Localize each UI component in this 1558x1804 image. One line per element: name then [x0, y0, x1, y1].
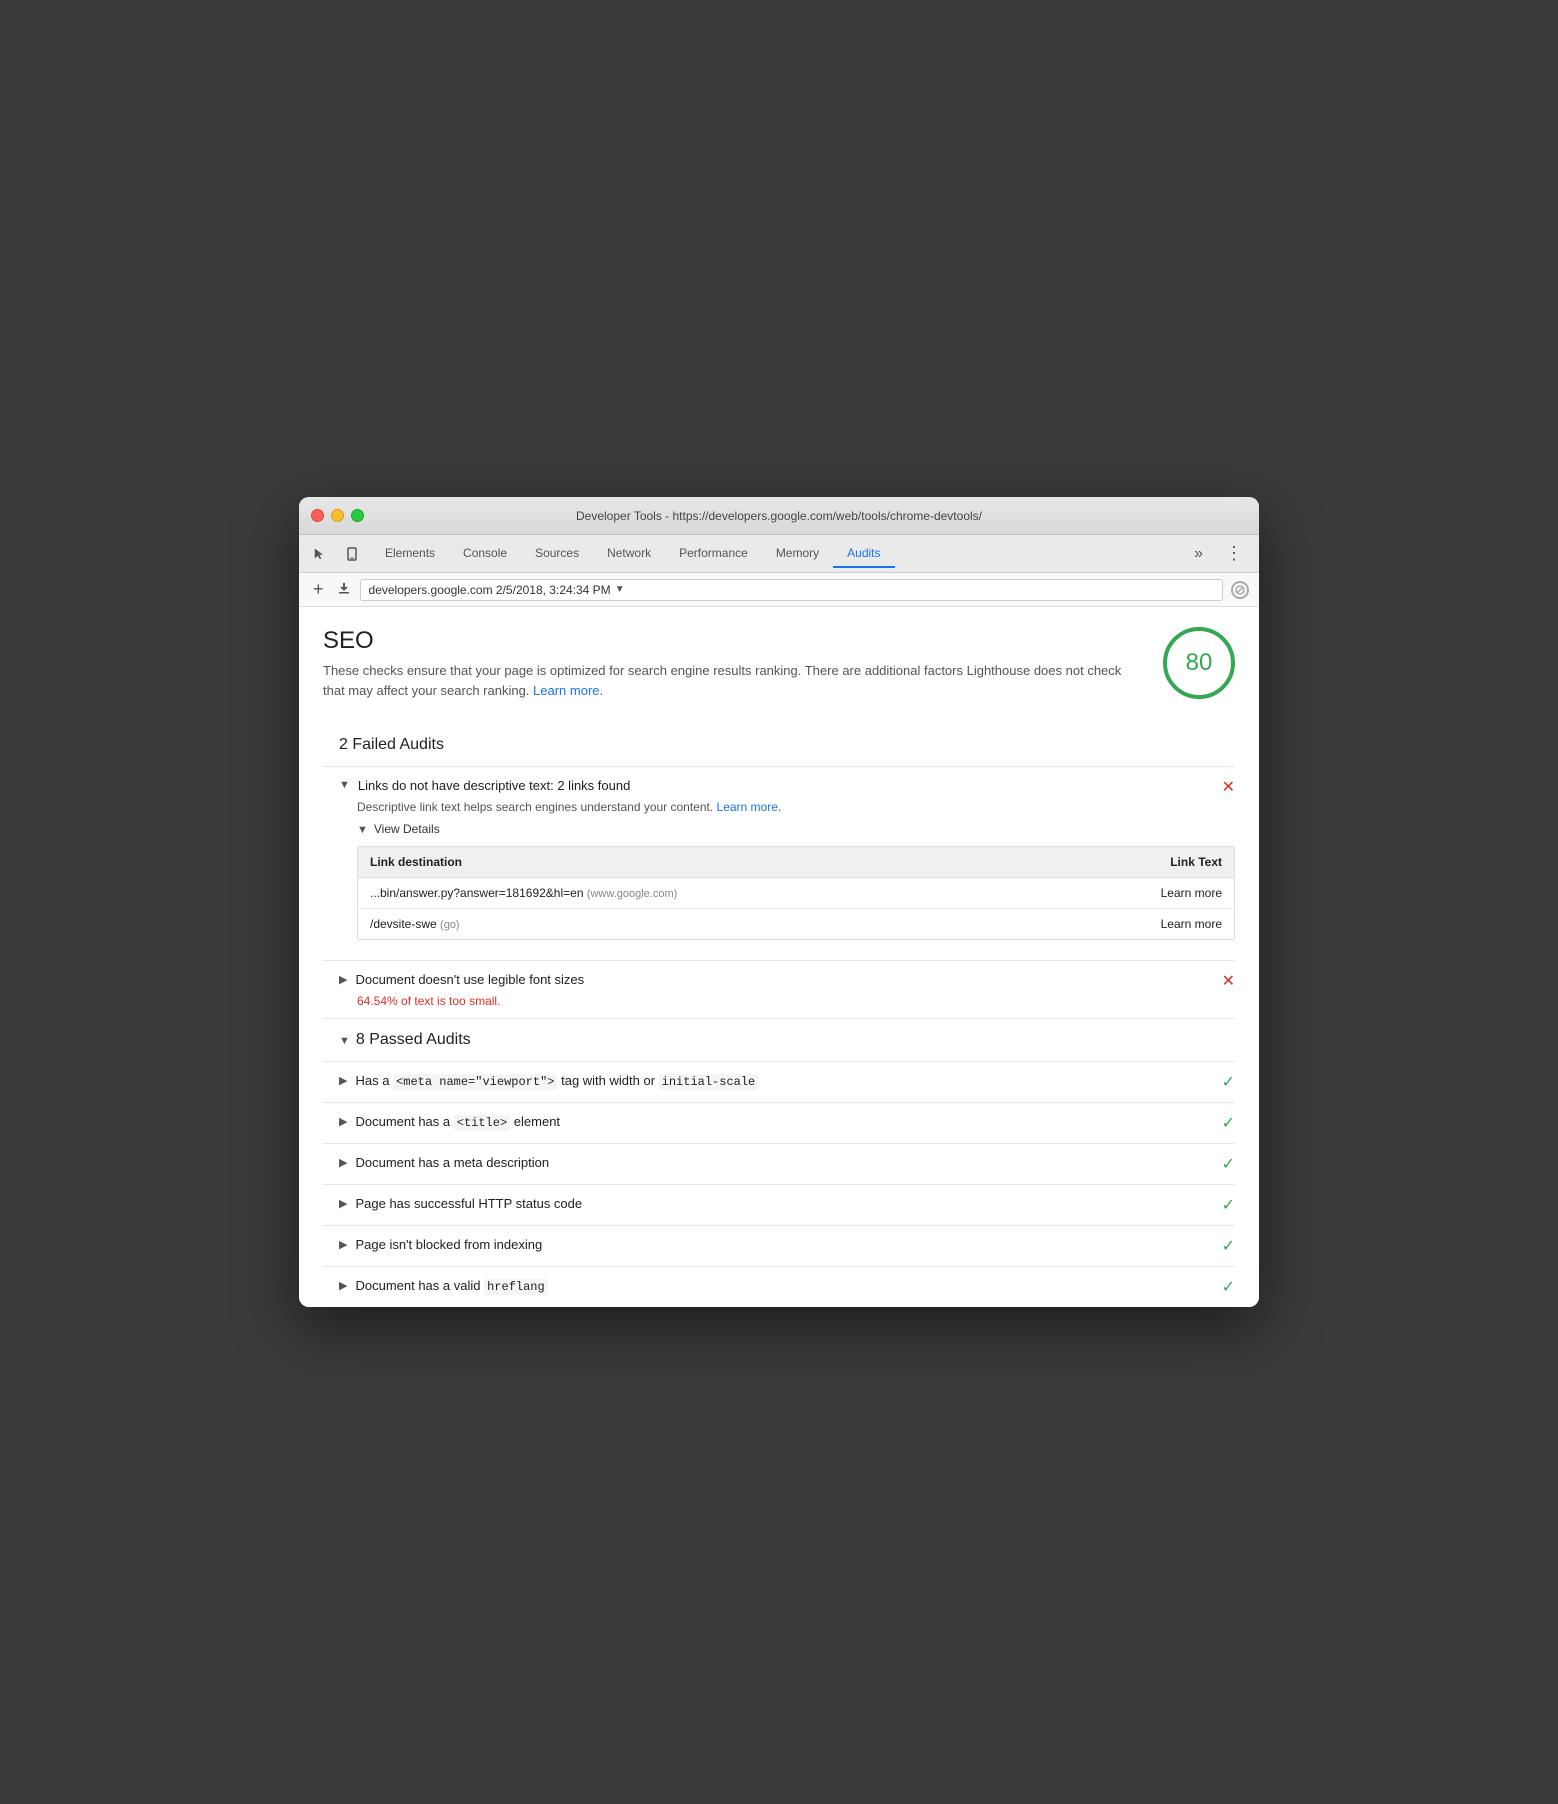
seo-description: These checks ensure that your page is op…	[323, 661, 1143, 700]
table-row-2-text: Learn more	[1009, 917, 1222, 931]
hreflang-chevron[interactable]	[339, 1279, 347, 1292]
links-chevron[interactable]	[339, 779, 350, 791]
score-number: 80	[1186, 649, 1213, 677]
mobile-icon[interactable]	[339, 541, 365, 567]
titlebar: Developer Tools - https://developers.goo…	[299, 497, 1259, 535]
blocked-text: Page isn't blocked from indexing	[355, 1236, 542, 1254]
fonts-chevron[interactable]	[339, 973, 347, 986]
meta-pass-icon: ✓	[1222, 1156, 1235, 1173]
table-row-2-domain: (go)	[440, 919, 460, 931]
tab-console[interactable]: Console	[449, 540, 521, 568]
table-row: /devsite-swe (go) Learn more	[358, 909, 1234, 939]
links-learn-more[interactable]: Learn more	[717, 800, 778, 814]
audit-http-item: Page has successful HTTP status code ✓	[323, 1185, 1235, 1226]
passed-audits-title: ▼8 Passed Audits	[323, 1019, 1235, 1062]
audit-fonts-item: Document doesn't use legible font sizes …	[323, 961, 1235, 1019]
tab-memory[interactable]: Memory	[762, 540, 833, 568]
seo-header: SEO These checks ensure that your page i…	[323, 627, 1235, 700]
table-row: ...bin/answer.py?answer=181692&hl=en (ww…	[358, 878, 1234, 909]
window-title: Developer Tools - https://developers.goo…	[576, 509, 982, 523]
failed-audits-title: 2 Failed Audits	[323, 724, 1235, 767]
view-details-label: View Details	[374, 822, 440, 836]
col-text-header: Link Text	[1009, 855, 1222, 869]
viewport-chevron[interactable]	[339, 1074, 347, 1087]
nav-tabs: Elements Console Sources Network Perform…	[371, 540, 1180, 568]
toolbar: Elements Console Sources Network Perform…	[299, 535, 1259, 573]
tab-performance[interactable]: Performance	[665, 540, 762, 568]
fonts-status: ✕	[1222, 971, 1235, 991]
new-audit-button[interactable]: +	[309, 577, 328, 602]
download-button[interactable]	[336, 580, 352, 599]
passed-chevron[interactable]: ▼	[339, 1035, 350, 1047]
url-text: developers.google.com 2/5/2018, 3:24:34 …	[369, 583, 611, 597]
passed-audits-section: ▼8 Passed Audits Has a <meta name="viewp…	[323, 1019, 1235, 1307]
table-header: Link destination Link Text	[358, 847, 1234, 878]
audit-meta-item: Document has a meta description ✓	[323, 1144, 1235, 1185]
viewport-text: Has a <meta name="viewport"> tag with wi…	[355, 1072, 758, 1091]
table-row-2-dest: /devsite-swe (go)	[370, 917, 1009, 931]
url-dropdown[interactable]: ▼	[615, 584, 625, 595]
view-details-toggle[interactable]: View Details	[357, 822, 1235, 836]
meta-chevron[interactable]	[339, 1156, 347, 1169]
audit-links-left: Links do not have descriptive text: 2 li…	[339, 777, 1210, 795]
http-pass-icon: ✓	[1222, 1197, 1235, 1214]
table-row-1-text: Learn more	[1009, 886, 1222, 900]
audit-hreflang-item: Document has a valid hreflang ✓	[323, 1267, 1235, 1307]
content-area: SEO These checks ensure that your page i…	[299, 607, 1259, 1307]
col-dest-header: Link destination	[370, 855, 1009, 869]
tab-elements[interactable]: Elements	[371, 540, 449, 568]
title-pass-icon: ✓	[1222, 1115, 1235, 1132]
table-row-1-domain: (www.google.com)	[587, 888, 677, 900]
devtools-window: Developer Tools - https://developers.goo…	[299, 497, 1259, 1307]
minimize-button[interactable]	[331, 509, 344, 522]
audit-viewport-item: Has a <meta name="viewport"> tag with wi…	[323, 1062, 1235, 1103]
audit-title-item: Document has a <title> element ✓	[323, 1103, 1235, 1144]
seo-desc-text: These checks ensure that your page is op…	[323, 663, 1121, 698]
links-fail-icon: ✕	[1222, 779, 1235, 796]
score-circle: 80	[1163, 627, 1235, 699]
details-chevron[interactable]	[357, 824, 368, 836]
http-text: Page has successful HTTP status code	[355, 1195, 582, 1213]
hreflang-text: Document has a valid hreflang	[355, 1277, 547, 1296]
audit-links-row: Links do not have descriptive text: 2 li…	[339, 777, 1235, 797]
blocked-chevron[interactable]	[339, 1238, 347, 1251]
more-tabs-button[interactable]: »	[1186, 541, 1211, 567]
meta-text: Document has a meta description	[355, 1154, 549, 1172]
tab-audits[interactable]: Audits	[833, 540, 894, 568]
seo-title-block: SEO These checks ensure that your page i…	[323, 627, 1163, 700]
links-audit-text: Links do not have descriptive text: 2 li…	[358, 777, 630, 795]
maximize-button[interactable]	[351, 509, 364, 522]
traffic-lights	[311, 509, 364, 522]
audit-links-item: Links do not have descriptive text: 2 li…	[323, 767, 1235, 961]
blocked-pass-icon: ✓	[1222, 1238, 1235, 1255]
audit-fonts-left: Document doesn't use legible font sizes	[339, 971, 1210, 989]
block-button[interactable]	[1231, 581, 1249, 599]
tab-network[interactable]: Network	[593, 540, 665, 568]
urlbar: + developers.google.com 2/5/2018, 3:24:3…	[299, 573, 1259, 607]
hreflang-pass-icon: ✓	[1222, 1279, 1235, 1296]
links-status: ✕	[1222, 777, 1235, 797]
fonts-fail-icon: ✕	[1222, 973, 1235, 990]
audit-blocked-item: Page isn't blocked from indexing ✓	[323, 1226, 1235, 1267]
menu-button[interactable]: ⋮	[1217, 539, 1251, 568]
failed-audits-section: 2 Failed Audits Links do not have descri…	[323, 724, 1235, 1019]
tab-sources[interactable]: Sources	[521, 540, 593, 568]
viewport-pass-icon: ✓	[1222, 1074, 1235, 1091]
table-row-1-dest: ...bin/answer.py?answer=181692&hl=en (ww…	[370, 886, 1009, 900]
url-input[interactable]: developers.google.com 2/5/2018, 3:24:34 …	[360, 579, 1223, 601]
links-table: Link destination Link Text ...bin/answer…	[357, 846, 1235, 940]
title-text: Document has a <title> element	[355, 1113, 560, 1132]
links-sub: Descriptive link text helps search engin…	[357, 800, 1235, 814]
close-button[interactable]	[311, 509, 324, 522]
fonts-red-text: 64.54% of text is too small.	[357, 994, 500, 1008]
seo-title: SEO	[323, 627, 1143, 655]
title-chevron[interactable]	[339, 1115, 347, 1128]
fonts-sub: 64.54% of text is too small.	[357, 994, 1235, 1008]
seo-learn-more-link[interactable]: Learn more	[533, 683, 599, 698]
cursor-icon[interactable]	[307, 541, 333, 567]
http-chevron[interactable]	[339, 1197, 347, 1210]
audit-fonts-row: Document doesn't use legible font sizes …	[339, 971, 1235, 991]
fonts-audit-text: Document doesn't use legible font sizes	[355, 971, 584, 989]
